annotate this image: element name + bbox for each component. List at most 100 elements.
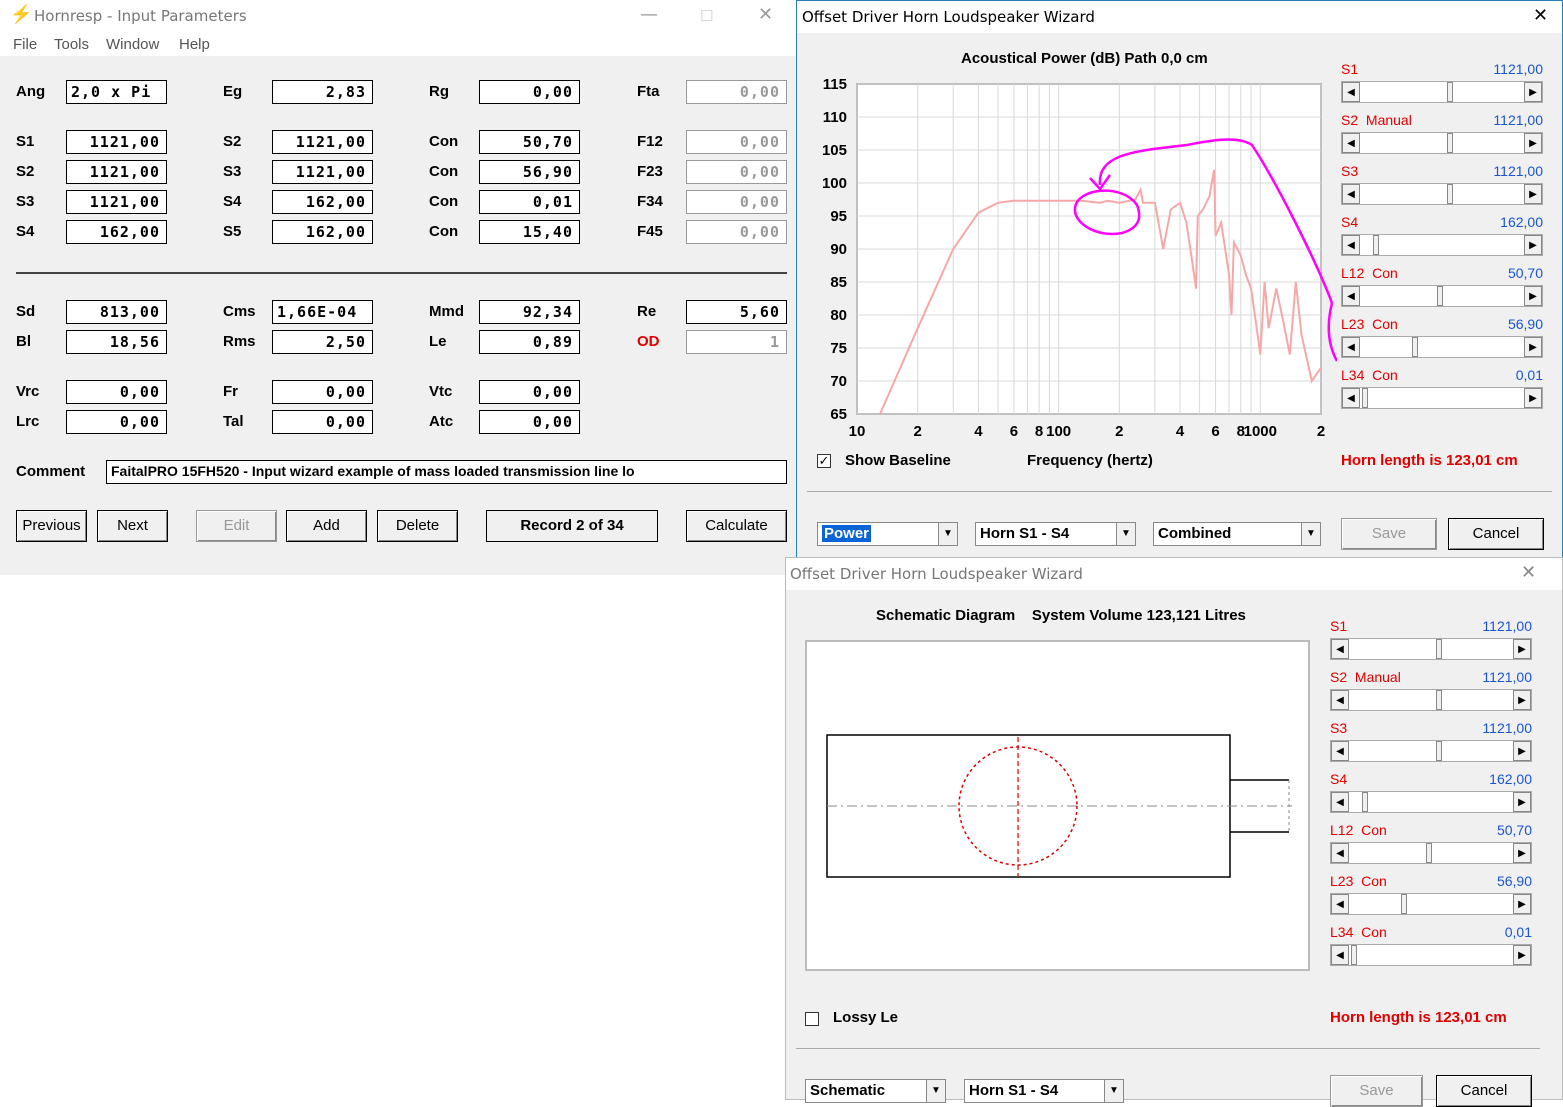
wizard-top-cancel-button[interactable]: Cancel [1448, 518, 1544, 550]
s2-field[interactable]: 1121,00 [272, 130, 373, 154]
slider-thumb[interactable] [1446, 133, 1453, 153]
fr-field[interactable]: 0,00 [272, 380, 373, 404]
wizard-bottom-titlebar[interactable]: Offset Driver Horn Loudspeaker Wizard ✕ [786, 558, 1562, 590]
mode-dropdown[interactable]: Power ▼ [817, 522, 958, 546]
s4b-field[interactable]: 162,00 [66, 220, 167, 244]
add-button[interactable]: Add [286, 510, 367, 542]
chevron-right-icon[interactable]: ▶ [1513, 945, 1531, 965]
chevron-left-icon[interactable]: ◀ [1342, 82, 1360, 102]
input-window-titlebar[interactable]: ⚡ Hornresp - Input Parameters — ☐ ✕ [0, 0, 796, 32]
slider-scrollbar[interactable]: ◀ ▶ [1341, 387, 1543, 409]
chevron-right-icon[interactable]: ▶ [1524, 235, 1542, 255]
ang-field[interactable]: 2,0 x Pi [66, 80, 167, 104]
delete-button[interactable]: Delete [377, 510, 458, 542]
wizard-top-save-button[interactable]: Save [1341, 518, 1437, 550]
slider-thumb[interactable] [1446, 184, 1453, 204]
slider-thumb[interactable] [1401, 894, 1408, 914]
slider-thumb[interactable] [1361, 792, 1368, 812]
sd-field[interactable]: 813,00 [66, 300, 167, 324]
slider-scrollbar[interactable]: ◀ ▶ [1341, 336, 1543, 358]
f34-field[interactable]: 0,00 [686, 190, 787, 214]
schematic-horn-dropdown[interactable]: Horn S1 - S4 ▼ [964, 1079, 1124, 1103]
chevron-left-icon[interactable]: ◀ [1342, 184, 1360, 204]
tal-field[interactable]: 0,00 [272, 410, 373, 434]
wizard-bottom-close-button[interactable]: ✕ [1521, 562, 1536, 583]
slider-thumb[interactable] [1446, 82, 1453, 102]
re-field[interactable]: 5,60 [686, 300, 787, 324]
chevron-left-icon[interactable]: ◀ [1331, 894, 1349, 914]
chevron-left-icon[interactable]: ◀ [1342, 388, 1360, 408]
chevron-left-icon[interactable]: ◀ [1342, 133, 1360, 153]
chevron-right-icon[interactable]: ▶ [1513, 843, 1531, 863]
chevron-left-icon[interactable]: ◀ [1331, 639, 1349, 659]
edit-button[interactable]: Edit [196, 510, 277, 542]
chevron-right-icon[interactable]: ▶ [1524, 286, 1542, 306]
slider-scrollbar[interactable]: ◀ ▶ [1341, 132, 1543, 154]
slider-thumb[interactable] [1435, 690, 1442, 710]
chevron-left-icon[interactable]: ◀ [1331, 792, 1349, 812]
chevron-right-icon[interactable]: ▶ [1513, 741, 1531, 761]
slider-thumb[interactable] [1435, 741, 1442, 761]
le-field[interactable]: 0,89 [479, 330, 580, 354]
horn-dropdown[interactable]: Horn S1 - S4 ▼ [975, 522, 1136, 546]
chevron-right-icon[interactable]: ▶ [1513, 894, 1531, 914]
slider-scrollbar[interactable]: ◀ ▶ [1330, 893, 1532, 915]
con2-field[interactable]: 56,90 [479, 160, 580, 184]
wizard-top-titlebar[interactable]: Offset Driver Horn Loudspeaker Wizard ✕ [797, 1, 1562, 33]
chevron-left-icon[interactable]: ◀ [1342, 337, 1360, 357]
wizard-bottom-save-button[interactable]: Save [1330, 1075, 1423, 1107]
schematic-mode-dropdown[interactable]: Schematic ▼ [805, 1079, 946, 1103]
slider-scrollbar[interactable]: ◀ ▶ [1330, 638, 1532, 660]
s5-field[interactable]: 162,00 [272, 220, 373, 244]
eg-field[interactable]: 2,83 [272, 80, 373, 104]
chevron-left-icon[interactable]: ◀ [1331, 945, 1349, 965]
lrc-field[interactable]: 0,00 [66, 410, 167, 434]
slider-scrollbar[interactable]: ◀ ▶ [1341, 183, 1543, 205]
chevron-right-icon[interactable]: ▶ [1524, 133, 1542, 153]
slider-scrollbar[interactable]: ◀ ▶ [1341, 234, 1543, 256]
vrc-field[interactable]: 0,00 [66, 380, 167, 404]
con3-field[interactable]: 0,01 [479, 190, 580, 214]
chevron-left-icon[interactable]: ◀ [1331, 741, 1349, 761]
slider-scrollbar[interactable]: ◀ ▶ [1341, 81, 1543, 103]
next-button[interactable]: Next [97, 510, 168, 542]
chevron-right-icon[interactable]: ▶ [1524, 82, 1542, 102]
atc-field[interactable]: 0,00 [479, 410, 580, 434]
s1-field[interactable]: 1121,00 [66, 130, 167, 154]
con1-field[interactable]: 50,70 [479, 130, 580, 154]
s2b-field[interactable]: 1121,00 [66, 160, 167, 184]
slider-scrollbar[interactable]: ◀ ▶ [1330, 689, 1532, 711]
calculate-button[interactable]: Calculate [686, 510, 787, 542]
vtc-field[interactable]: 0,00 [479, 380, 580, 404]
previous-button[interactable]: Previous [16, 510, 87, 542]
chevron-right-icon[interactable]: ▶ [1524, 388, 1542, 408]
mmd-field[interactable]: 92,34 [479, 300, 580, 324]
s3b-field[interactable]: 1121,00 [66, 190, 167, 214]
slider-thumb[interactable] [1426, 843, 1433, 863]
od-label[interactable]: OD [637, 333, 660, 350]
chevron-right-icon[interactable]: ▶ [1513, 639, 1531, 659]
chevron-right-icon[interactable]: ▶ [1513, 690, 1531, 710]
slider-thumb[interactable] [1412, 337, 1419, 357]
slider-scrollbar[interactable]: ◀ ▶ [1341, 285, 1543, 307]
f12-field[interactable]: 0,00 [686, 130, 787, 154]
bl-field[interactable]: 18,56 [66, 330, 167, 354]
slider-thumb[interactable] [1372, 235, 1379, 255]
cms-field[interactable]: 1,66E-04 [272, 300, 373, 324]
slider-scrollbar[interactable]: ◀ ▶ [1330, 740, 1532, 762]
menu-help[interactable]: Help [179, 36, 210, 53]
maximize-button[interactable]: ☐ [700, 7, 713, 25]
chevron-right-icon[interactable]: ▶ [1524, 337, 1542, 357]
combined-dropdown[interactable]: Combined ▼ [1153, 522, 1321, 546]
chevron-right-icon[interactable]: ▶ [1524, 184, 1542, 204]
chevron-right-icon[interactable]: ▶ [1513, 792, 1531, 812]
f23-field[interactable]: 0,00 [686, 160, 787, 184]
fta-field[interactable]: 0,00 [686, 80, 787, 104]
s3-field[interactable]: 1121,00 [272, 160, 373, 184]
slider-thumb[interactable] [1350, 945, 1357, 965]
rms-field[interactable]: 2,50 [272, 330, 373, 354]
slider-thumb[interactable] [1437, 286, 1444, 306]
comment-field[interactable]: FaitalPRO 15FH520 - Input wizard example… [106, 460, 787, 484]
chevron-left-icon[interactable]: ◀ [1342, 235, 1360, 255]
lossy-le-checkbox[interactable] [805, 1012, 819, 1026]
